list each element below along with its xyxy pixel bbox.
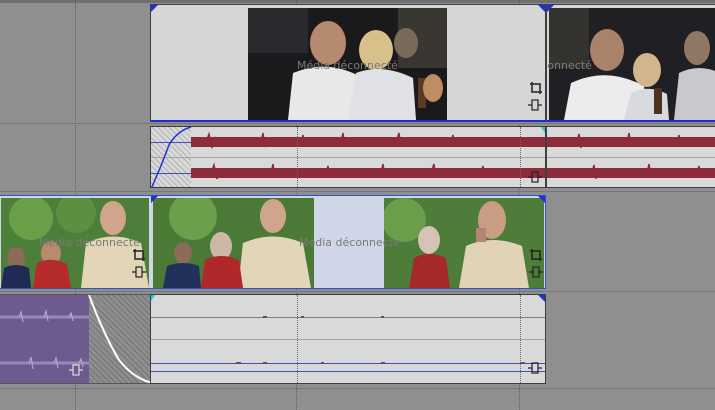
event-fx-icon[interactable] — [132, 265, 146, 279]
audio-clip[interactable] — [0, 294, 152, 384]
crop-icon[interactable] — [132, 248, 146, 262]
video-clip[interactable]: Média déconnecté — [546, 4, 715, 122]
event-fx-icon[interactable] — [529, 265, 543, 279]
event-fx-icon[interactable] — [528, 361, 542, 375]
track-separator — [0, 388, 715, 389]
timeline-guide — [297, 127, 298, 187]
timeline-guide — [520, 127, 521, 187]
timeline-guide — [520, 295, 521, 383]
audio-clip[interactable] — [546, 126, 715, 188]
video-thumbnail — [384, 198, 544, 288]
video-clip[interactable]: Média déconnecté — [150, 4, 546, 122]
clip-end-marker — [538, 5, 545, 12]
track-separator — [0, 291, 715, 292]
audio-waveform — [151, 127, 545, 187]
video-thumbnail — [1, 198, 149, 288]
video-thumbnail — [153, 198, 314, 288]
clip-end-marker — [538, 196, 545, 203]
clip-start-marker — [151, 196, 158, 203]
event-fx-icon[interactable] — [528, 170, 542, 184]
crop-icon[interactable] — [529, 248, 543, 262]
event-fx-icon[interactable] — [69, 363, 83, 377]
clip-start-marker — [151, 295, 155, 301]
timeline-ruler-edge — [0, 0, 715, 3]
audio-clip[interactable] — [150, 126, 546, 188]
track-separator — [0, 123, 715, 124]
audio-clip[interactable] — [150, 294, 546, 384]
timeline-area[interactable]: Média déconnecté Média déc — [0, 0, 715, 410]
track-separator — [0, 191, 715, 192]
audio-waveform — [547, 132, 715, 180]
event-fx-icon[interactable] — [528, 98, 542, 112]
audio-waveform — [236, 316, 525, 364]
clip-start-marker — [547, 5, 554, 12]
clip-start-marker — [151, 5, 158, 12]
video-thumbnail — [549, 8, 715, 120]
video-thumbnail — [248, 8, 447, 120]
clip-end-marker — [538, 295, 545, 302]
crop-icon[interactable] — [529, 81, 543, 95]
video-clip-selected[interactable]: Média déconnecté Média déconnecté — [0, 195, 546, 289]
timeline-guide — [297, 295, 298, 383]
